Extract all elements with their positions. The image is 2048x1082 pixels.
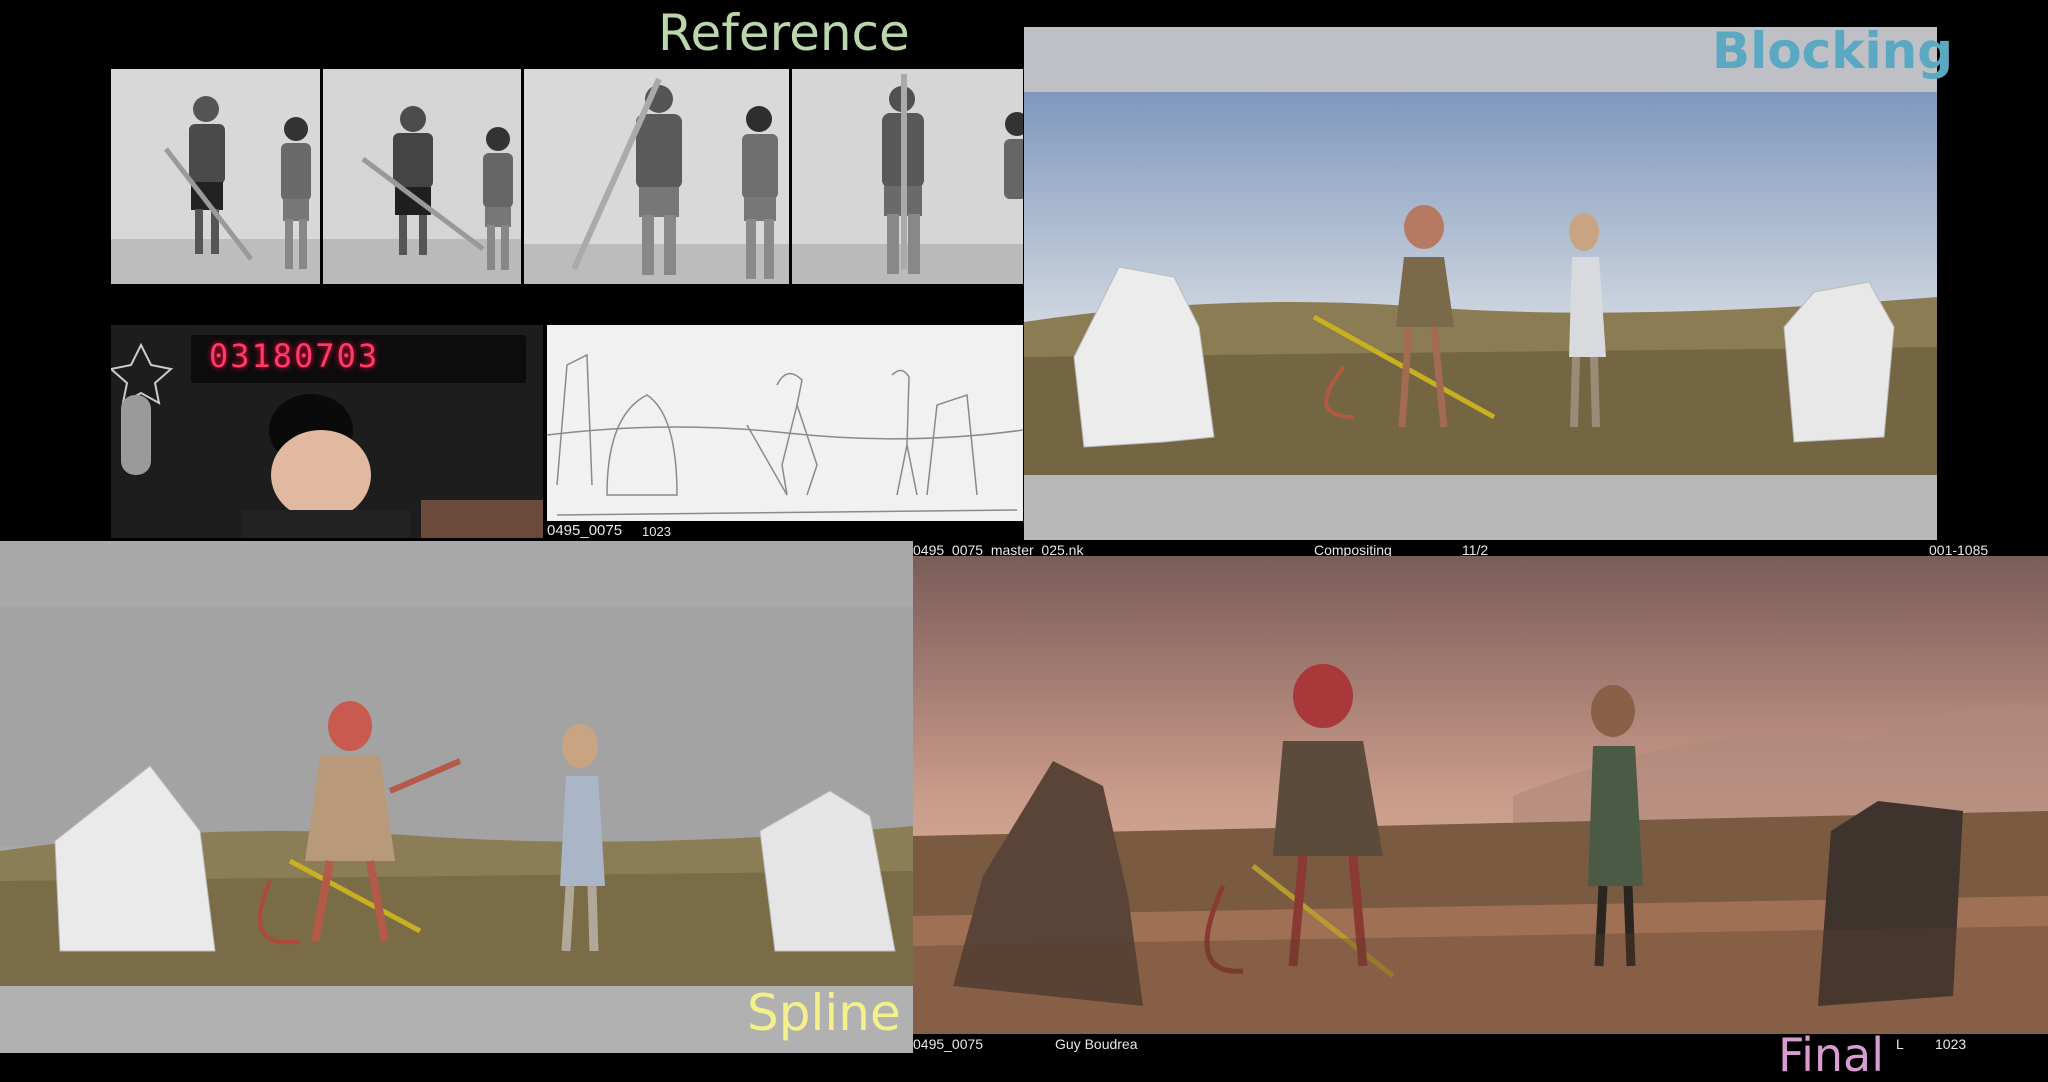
blocking-viewport — [1024, 27, 1937, 540]
final-shot-id: 0495_0075 — [913, 1036, 984, 1052]
storyboard-frame-number: 1023 — [642, 524, 671, 539]
final-label: Final — [1778, 1028, 1885, 1082]
reference-frame-4 — [792, 69, 1023, 284]
reference-frame-2 — [323, 69, 521, 284]
storyboard-panel — [547, 325, 1023, 521]
reference-label: Reference — [658, 4, 910, 62]
artist-name: Guy Boudrea — [1055, 1036, 1138, 1052]
timecode-display: 03180703 — [209, 337, 380, 375]
final-frame-number: 1023 — [1935, 1036, 1967, 1052]
storyboard-shot-id: 0495_0075 — [547, 522, 623, 539]
reference-frame-1 — [111, 69, 320, 284]
blocking-label: Blocking — [1712, 22, 1954, 80]
voice-recording-panel: 03180703 — [111, 325, 543, 538]
final-render — [913, 556, 2048, 1034]
spline-label: Spline — [747, 984, 901, 1042]
spline-viewport — [0, 541, 913, 1053]
eye-indicator: L — [1896, 1036, 1904, 1052]
reference-frame-3 — [524, 69, 789, 284]
